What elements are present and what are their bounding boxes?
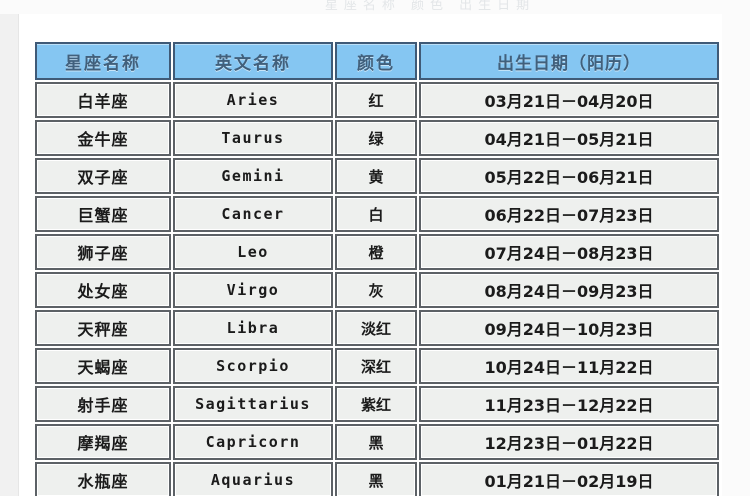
table-row: 白羊座 Aries 红 03月21日－04月20日 — [35, 82, 719, 118]
table-row: 金牛座 Taurus 绿 04月21日－05月21日 — [35, 120, 719, 156]
column-header-english-name: 英文名称 — [173, 42, 333, 80]
cell-birth-date: 10月24日－11月22日 — [419, 348, 719, 384]
table-body: 白羊座 Aries 红 03月21日－04月20日 金牛座 Taurus 绿 04月21日－0… — [35, 82, 719, 498]
zodiac-table-container: 星座名称 英文名称 颜色 出生日期（阳历） 白羊座 Aries 红 03月21日－04… — [33, 40, 719, 500]
top-cropped-heading-strip: 星座名称 颜色 出生日期 — [0, 0, 750, 14]
cell-english-name: Virgo — [173, 272, 333, 308]
cell-english-name: Aquarius — [173, 462, 333, 498]
cell-color: 黑 — [335, 462, 417, 498]
column-header-color: 颜色 — [335, 42, 417, 80]
cell-zodiac-name: 射手座 — [35, 386, 171, 422]
cell-birth-date: 07月24日－08月23日 — [419, 234, 719, 270]
cell-zodiac-name: 摩羯座 — [35, 424, 171, 460]
cell-birth-date: 06月22日－07月23日 — [419, 196, 719, 232]
cell-english-name: Taurus — [173, 120, 333, 156]
table-row: 狮子座 Leo 橙 07月24日－08月23日 — [35, 234, 719, 270]
cell-birth-date: 04月21日－05月21日 — [419, 120, 719, 156]
table-row: 双子座 Gemini 黄 05月22日－06月21日 — [35, 158, 719, 194]
cell-color: 灰 — [335, 272, 417, 308]
cell-zodiac-name: 巨蟹座 — [35, 196, 171, 232]
cell-english-name: Scorpio — [173, 348, 333, 384]
table-row: 处女座 Virgo 灰 08月24日－09月23日 — [35, 272, 719, 308]
cell-english-name: Libra — [173, 310, 333, 346]
cell-zodiac-name: 双子座 — [35, 158, 171, 194]
table-row: 摩羯座 Capricorn 黑 12月23日－01月22日 — [35, 424, 719, 460]
cell-color: 黑 — [335, 424, 417, 460]
cell-color: 淡红 — [335, 310, 417, 346]
cell-color: 白 — [335, 196, 417, 232]
page-margin-left — [0, 0, 19, 500]
cell-color: 绿 — [335, 120, 417, 156]
cell-zodiac-name: 处女座 — [35, 272, 171, 308]
cell-birth-date: 05月22日－06月21日 — [419, 158, 719, 194]
cell-birth-date: 11月23日－12月22日 — [419, 386, 719, 422]
cell-english-name: Capricorn — [173, 424, 333, 460]
bottom-crop-mask — [0, 496, 750, 500]
table-row: 天蝎座 Scorpio 深红 10月24日－11月22日 — [35, 348, 719, 384]
table-row: 射手座 Sagittarius 紫红 11月23日－12月22日 — [35, 386, 719, 422]
cell-zodiac-name: 狮子座 — [35, 234, 171, 270]
cell-color: 黄 — [335, 158, 417, 194]
table-row: 水瓶座 Aquarius 黑 01月21日－02月19日 — [35, 462, 719, 498]
table-header-row: 星座名称 英文名称 颜色 出生日期（阳历） — [35, 42, 719, 80]
cell-zodiac-name: 金牛座 — [35, 120, 171, 156]
cell-birth-date: 12月23日－01月22日 — [419, 424, 719, 460]
zodiac-table: 星座名称 英文名称 颜色 出生日期（阳历） 白羊座 Aries 红 03月21日－04… — [33, 40, 721, 500]
zodiac-table-screenshot: 星座名称 颜色 出生日期 星座名称 英文名称 颜色 出生日期（阳历） 白羊座 Ar… — [0, 0, 750, 500]
cell-zodiac-name: 白羊座 — [35, 82, 171, 118]
cell-english-name: Sagittarius — [173, 386, 333, 422]
cell-birth-date: 03月21日－04月20日 — [419, 82, 719, 118]
cell-color: 红 — [335, 82, 417, 118]
page-margin-right — [722, 0, 750, 500]
table-row: 天秤座 Libra 淡红 09月24日－10月23日 — [35, 310, 719, 346]
cell-english-name: Leo — [173, 234, 333, 270]
cell-english-name: Cancer — [173, 196, 333, 232]
cell-zodiac-name: 天秤座 — [35, 310, 171, 346]
table-row: 巨蟹座 Cancer 白 06月22日－07月23日 — [35, 196, 719, 232]
top-cropped-heading-text: 星座名称 颜色 出生日期 — [324, 0, 536, 13]
column-header-zodiac-name: 星座名称 — [35, 42, 171, 80]
column-header-birth-date: 出生日期（阳历） — [419, 42, 719, 80]
table-header: 星座名称 英文名称 颜色 出生日期（阳历） — [35, 42, 719, 80]
cell-zodiac-name: 天蝎座 — [35, 348, 171, 384]
cell-zodiac-name: 水瓶座 — [35, 462, 171, 498]
cell-birth-date: 09月24日－10月23日 — [419, 310, 719, 346]
cell-birth-date: 08月24日－09月23日 — [419, 272, 719, 308]
cell-english-name: Gemini — [173, 158, 333, 194]
cell-color: 紫红 — [335, 386, 417, 422]
cell-english-name: Aries — [173, 82, 333, 118]
cell-color: 橙 — [335, 234, 417, 270]
cell-color: 深红 — [335, 348, 417, 384]
cell-birth-date: 01月21日－02月19日 — [419, 462, 719, 498]
